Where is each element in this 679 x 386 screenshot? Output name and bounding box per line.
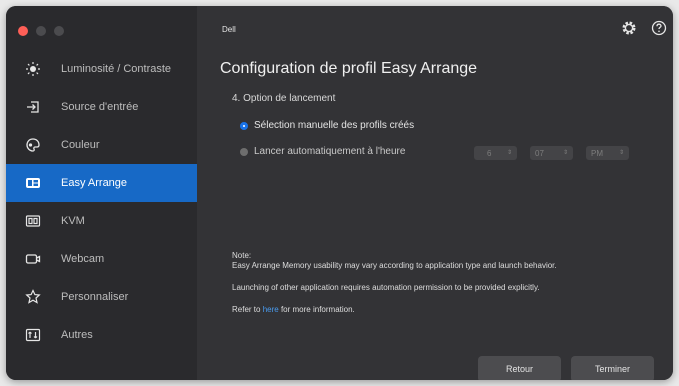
sidebar-item-label: Luminosité / Contraste <box>61 63 172 75</box>
app-window: Luminosité / Contraste Source d'entrée C… <box>6 6 673 380</box>
back-button[interactable]: Retour <box>478 356 561 380</box>
input-source-icon <box>23 97 43 117</box>
ampm-stepper[interactable]: PM ⇕ <box>586 146 629 160</box>
minute-value: 07 <box>535 148 544 158</box>
sidebar-item-label: KVM <box>61 215 85 227</box>
sidebar: Luminosité / Contraste Source d'entrée C… <box>6 6 197 380</box>
radio-auto-launch[interactable]: Lancer automatiquement à l'heure <box>240 146 405 157</box>
hour-stepper[interactable]: 6 ⇕ <box>474 146 517 160</box>
sidebar-item-personalize[interactable]: Personnaliser <box>6 278 197 316</box>
sidebar-item-easy-arrange[interactable]: Easy Arrange <box>6 164 197 202</box>
step-title: 4. Option de lancement <box>232 93 336 104</box>
sidebar-item-brightness[interactable]: Luminosité / Contraste <box>6 50 197 88</box>
stepper-arrows-icon[interactable]: ⇕ <box>507 150 512 156</box>
radio-manual-label: Sélection manuelle des profils créés <box>254 120 415 131</box>
window-controls <box>18 26 64 36</box>
webcam-icon <box>23 249 43 269</box>
easy-arrange-icon <box>23 173 43 193</box>
sidebar-item-label: Personnaliser <box>61 291 129 303</box>
top-toolbar <box>621 20 667 36</box>
help-icon[interactable] <box>651 20 667 36</box>
minute-stepper[interactable]: 07 ⇕ <box>530 146 573 160</box>
app-title: Dell <box>222 25 236 34</box>
color-icon <box>23 135 43 155</box>
ampm-value: PM <box>591 148 603 158</box>
sidebar-item-others[interactable]: Autres <box>6 316 197 354</box>
sidebar-item-color[interactable]: Couleur <box>6 126 197 164</box>
refer-link[interactable]: here <box>263 305 279 314</box>
close-window-button[interactable] <box>18 26 28 36</box>
radio-auto-label: Lancer automatiquement à l'heure <box>254 146 406 157</box>
brightness-icon <box>23 59 43 79</box>
time-picker: 6 ⇕ 07 ⇕ PM ⇕ <box>474 146 629 160</box>
star-icon <box>23 287 43 307</box>
hour-value: 6 <box>487 148 492 158</box>
zoom-window-button[interactable] <box>54 26 64 36</box>
note-line: Easy Arrange Memory usability may vary a… <box>232 261 557 270</box>
sidebar-item-label: Source d'entrée <box>61 101 139 113</box>
page-title: Configuration de profil Easy Arrange <box>220 60 478 77</box>
others-icon <box>23 325 43 345</box>
sidebar-item-label: Easy Arrange <box>61 177 128 189</box>
radio-selected-indicator[interactable] <box>240 121 248 130</box>
radio-unselected-indicator[interactable] <box>240 147 248 156</box>
stepper-arrows-icon[interactable]: ⇕ <box>619 150 624 156</box>
gear-icon[interactable] <box>621 20 637 36</box>
kvm-icon <box>23 211 43 231</box>
finish-button[interactable]: Terminer <box>571 356 654 380</box>
sidebar-item-label: Couleur <box>61 139 100 151</box>
radio-manual-profiles[interactable]: Sélection manuelle des profils créés <box>240 120 414 131</box>
sidebar-item-label: Autres <box>61 329 93 341</box>
refer-suffix: for more information. <box>280 305 355 314</box>
minimize-window-button[interactable] <box>36 26 46 36</box>
note-section: Note: Easy Arrange Memory usability may … <box>232 251 652 315</box>
stepper-arrows-icon[interactable]: ⇕ <box>563 150 568 156</box>
note-heading: Note: <box>232 251 252 260</box>
sidebar-item-kvm[interactable]: KVM <box>6 202 197 240</box>
sidebar-item-webcam[interactable]: Webcam <box>6 240 197 278</box>
main-panel: Dell Configuration de profil Easy Arrang… <box>197 6 673 380</box>
note-refer-line: Refer to here for more information. <box>232 305 652 315</box>
sidebar-item-input-source[interactable]: Source d'entrée <box>6 88 197 126</box>
refer-prefix: Refer to <box>232 305 261 314</box>
sidebar-item-label: Webcam <box>61 253 105 265</box>
note-line: Launching of other application requires … <box>232 283 540 292</box>
sidebar-nav: Luminosité / Contraste Source d'entrée C… <box>6 50 197 354</box>
